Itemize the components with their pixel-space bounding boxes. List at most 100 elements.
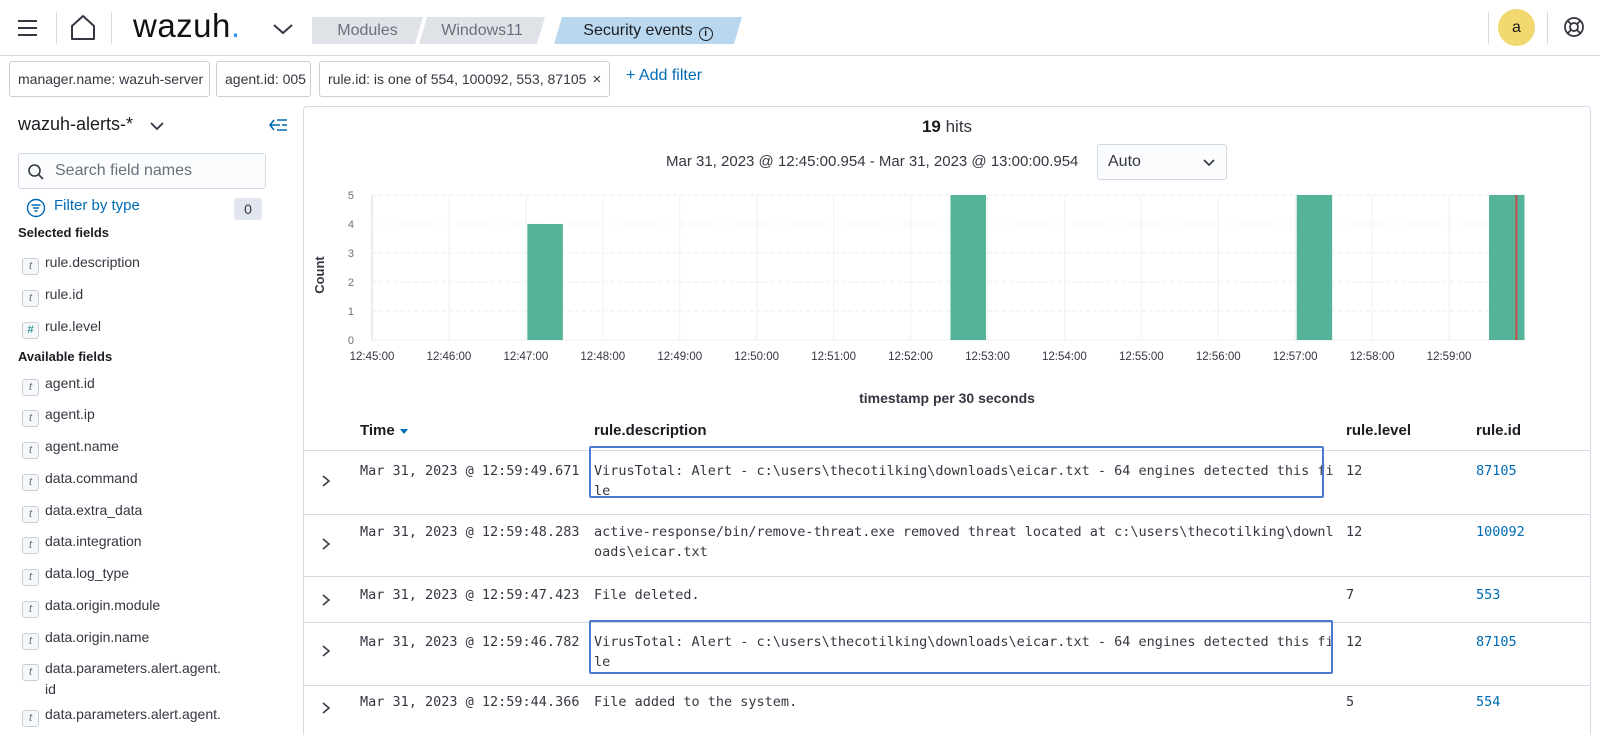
- cell-rule-id-link[interactable]: 87105: [1476, 463, 1517, 479]
- logo-dot: .: [230, 7, 241, 44]
- hamburger-menu-icon[interactable]: [14, 14, 42, 42]
- time-range-label: Mar 31, 2023 @ 12:45:00.954 - Mar 31, 20…: [666, 153, 1079, 170]
- selected-fields-title: Selected fields: [18, 225, 110, 240]
- field-item[interactable]: t data.origin.name: [22, 629, 149, 650]
- filter-icon: [26, 198, 46, 218]
- field-item[interactable]: t data.command: [22, 470, 138, 491]
- filter-pill-rule-id[interactable]: rule.id: is one of 554, 100092, 553, 871…: [319, 61, 610, 97]
- wazuh-logo[interactable]: wazuh.: [133, 7, 241, 45]
- sort-desc-icon[interactable]: [399, 429, 408, 434]
- breadcrumb-label: Security events: [583, 22, 693, 39]
- table-row[interactable]: Mar 31, 2023 @ 12:59:47.423 File deleted…: [304, 577, 1590, 623]
- field-name: agent.name: [45, 438, 119, 454]
- string-type-icon: t: [22, 474, 39, 491]
- cell-time: Mar 31, 2023 @ 12:59:44.366: [360, 694, 580, 710]
- field-item[interactable]: t data.integration: [22, 533, 142, 554]
- filter-bar: manager.name: wazuh-server agent.id: 005…: [0, 57, 1600, 101]
- breadcrumb-modules[interactable]: Modules: [312, 17, 423, 44]
- chevron-down-icon[interactable]: [272, 18, 294, 40]
- histogram-chart[interactable]: 012345 12:45:00 12:46:00 12:47:00 12:48:00 1…: [304, 187, 1590, 387]
- column-header-time[interactable]: Time: [360, 422, 408, 439]
- cell-rule-id-link[interactable]: 87105: [1476, 634, 1517, 650]
- search-field-names-input[interactable]: Search field names: [18, 153, 266, 189]
- field-item[interactable]: t data.log_type: [22, 565, 130, 586]
- chevron-right-icon[interactable]: [318, 700, 334, 716]
- home-icon[interactable]: [68, 12, 98, 42]
- x-tick-label: 12:52:00: [888, 351, 933, 363]
- filter-by-type-button[interactable]: Filter by type: [26, 197, 140, 218]
- number-type-icon: #: [22, 322, 39, 339]
- column-header-rule-description[interactable]: rule.description: [594, 422, 707, 439]
- search-placeholder: Search field names: [55, 162, 192, 179]
- x-tick-label: 12:48:00: [580, 351, 625, 363]
- help-lifebuoy-icon[interactable]: [1563, 16, 1585, 38]
- breadcrumb-windows11[interactable]: Windows11: [419, 17, 545, 44]
- field-item[interactable]: t data.origin.module: [22, 597, 160, 618]
- string-type-icon: t: [22, 379, 39, 396]
- field-name: data.integration: [45, 533, 142, 549]
- field-item[interactable]: t data.parameters.alert.agent.: [22, 706, 221, 727]
- chevron-right-icon[interactable]: [318, 643, 334, 659]
- y-tick-label: 5: [348, 190, 354, 202]
- divider: [1547, 12, 1548, 44]
- x-tick-label: 12:45:00: [350, 351, 395, 363]
- avatar[interactable]: a: [1498, 9, 1535, 46]
- divider: [1488, 12, 1489, 44]
- interval-select[interactable]: Auto: [1097, 144, 1227, 180]
- x-tick-label: 12:49:00: [657, 351, 702, 363]
- chevron-right-icon[interactable]: [318, 592, 334, 608]
- field-item[interactable]: # rule.level: [22, 318, 102, 339]
- table-row[interactable]: Mar 31, 2023 @ 12:59:44.366 File added t…: [304, 686, 1590, 736]
- column-header-rule-id[interactable]: rule.id: [1476, 422, 1521, 439]
- collapse-sidebar-icon[interactable]: [268, 116, 288, 134]
- chevron-down-icon[interactable]: [148, 117, 166, 135]
- field-item[interactable]: t rule.id: [22, 286, 83, 307]
- hits-label: hits: [945, 117, 973, 136]
- info-icon[interactable]: i: [699, 27, 713, 41]
- cell-rule-id-link[interactable]: 554: [1476, 694, 1500, 710]
- y-tick-label: 4: [348, 219, 354, 231]
- cell-rule-id-link[interactable]: 553: [1476, 587, 1500, 603]
- cell-level: 5: [1346, 694, 1355, 710]
- filter-pill-manager-name[interactable]: manager.name: wazuh-server: [9, 61, 210, 97]
- close-icon[interactable]: ×: [592, 71, 601, 88]
- histogram-bar: [950, 195, 986, 340]
- field-item[interactable]: t agent.ip: [22, 406, 95, 427]
- column-header-rule-level[interactable]: rule.level: [1346, 422, 1411, 439]
- top-bar: wazuh. Modules Windows11 Security events…: [0, 0, 1600, 56]
- add-filter-button[interactable]: + Add filter: [626, 67, 702, 85]
- cell-time: Mar 31, 2023 @ 12:59:49.671: [360, 463, 580, 479]
- field-item[interactable]: t agent.id: [22, 375, 95, 396]
- field-item[interactable]: t agent.name: [22, 438, 119, 459]
- filter-by-type-label: Filter by type: [54, 197, 140, 214]
- field-name: rule.description: [45, 254, 140, 270]
- string-type-icon: t: [22, 442, 39, 459]
- field-item[interactable]: t data.extra_data: [22, 502, 142, 523]
- chevron-right-icon[interactable]: [318, 473, 334, 489]
- breadcrumb-security-events[interactable]: Security events i: [554, 17, 742, 44]
- field-name: data.log_type: [45, 565, 130, 581]
- search-icon: [28, 164, 44, 180]
- field-item[interactable]: t rule.description: [22, 254, 140, 275]
- interval-value: Auto: [1108, 153, 1141, 170]
- chevron-down-icon: [1203, 159, 1215, 167]
- chevron-right-icon[interactable]: [318, 536, 334, 552]
- filter-pill-agent-id[interactable]: agent.id: 005: [216, 61, 311, 97]
- index-pattern-selector[interactable]: wazuh-alerts-*: [18, 114, 133, 135]
- x-axis-label: timestamp per 30 seconds: [859, 390, 1035, 406]
- cell-level: 12: [1346, 634, 1363, 650]
- field-name: rule.level: [45, 318, 102, 334]
- highlight-box: [589, 620, 1333, 674]
- table-row[interactable]: Mar 31, 2023 @ 12:59:48.283 active-respo…: [304, 515, 1590, 577]
- x-tick-label: 12:59:00: [1427, 351, 1472, 363]
- hits-count: 19: [921, 117, 941, 136]
- column-label: Time: [360, 422, 395, 439]
- cell-description: File deleted.: [594, 587, 700, 603]
- divider: [56, 12, 57, 44]
- cell-rule-id-link[interactable]: 100092: [1476, 524, 1525, 540]
- cell-description: active-response/bin/remove-threat.exe re…: [594, 524, 1334, 560]
- field-item[interactable]: t data.parameters.alert.agent. id: [22, 660, 221, 697]
- histogram-bar: [527, 224, 563, 340]
- x-tick-label: 12:54:00: [1042, 351, 1087, 363]
- field-name: agent.ip: [45, 406, 95, 422]
